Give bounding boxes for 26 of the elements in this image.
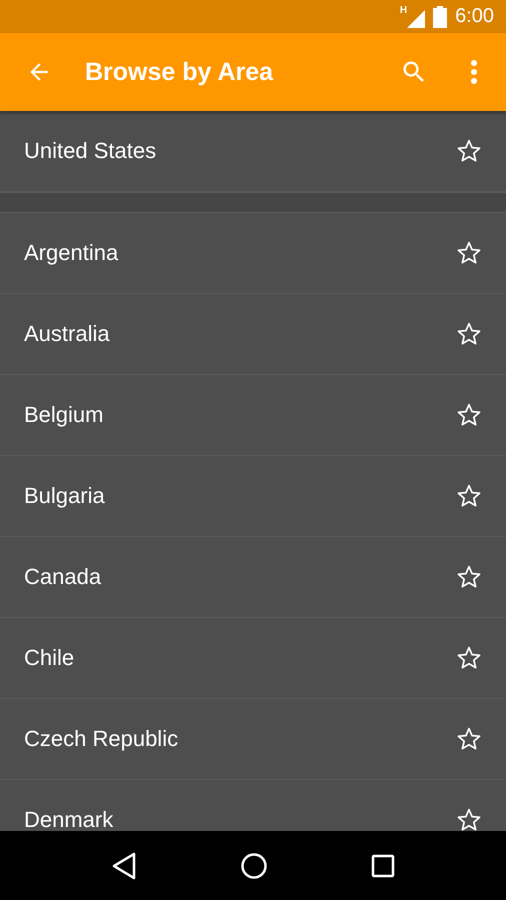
star-icon[interactable] xyxy=(456,564,482,590)
country-name: Chile xyxy=(24,645,76,671)
network-type-label: H xyxy=(400,6,408,16)
country-name: United States xyxy=(24,138,158,164)
country-name: Czech Republic xyxy=(24,726,180,752)
country-name: Canada xyxy=(24,564,102,590)
signal-icon xyxy=(407,10,426,28)
star-icon[interactable] xyxy=(456,645,482,671)
star-icon[interactable] xyxy=(456,807,482,831)
star-icon[interactable] xyxy=(456,402,482,428)
country-name: Australia xyxy=(24,321,111,347)
back-triangle-icon[interactable] xyxy=(111,852,138,880)
star-icon[interactable] xyxy=(456,321,482,347)
battery-icon xyxy=(433,6,448,28)
country-name: Bulgaria xyxy=(24,483,106,509)
home-circle-icon[interactable] xyxy=(240,852,268,880)
country-name: Denmark xyxy=(24,807,114,831)
screen-title: Browse by Area xyxy=(85,58,274,86)
country-name: Argentina xyxy=(24,240,120,266)
star-icon[interactable] xyxy=(456,483,482,509)
star-icon[interactable] xyxy=(456,726,482,752)
clock-time: 6:00 xyxy=(455,5,494,28)
recents-square-icon[interactable] xyxy=(370,854,395,878)
star-icon[interactable] xyxy=(456,240,482,266)
star-icon[interactable] xyxy=(456,138,482,164)
country-name: Belgium xyxy=(24,402,104,428)
